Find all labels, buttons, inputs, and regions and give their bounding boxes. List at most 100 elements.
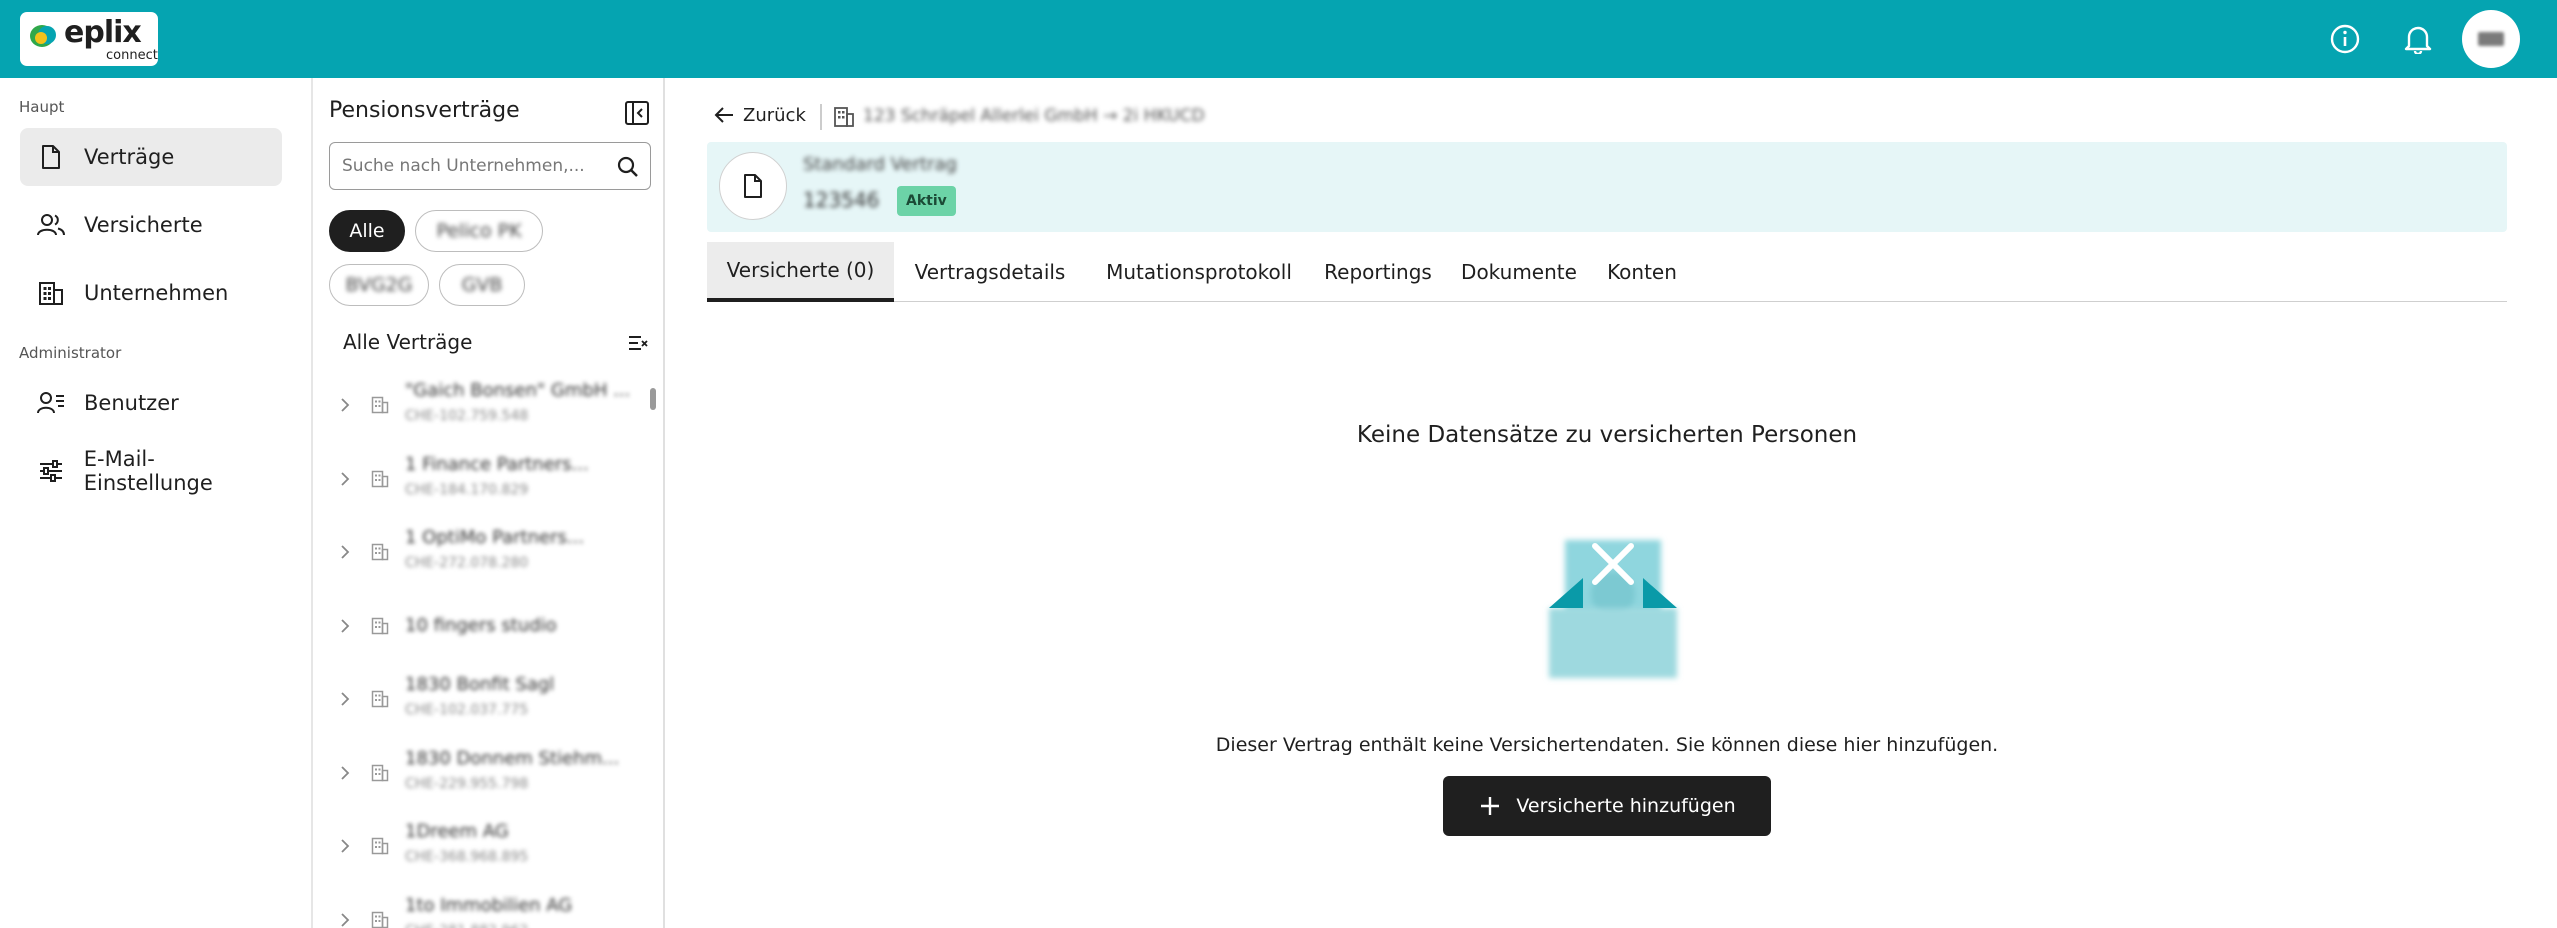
sidebar-item-label: Versicherte <box>84 213 203 237</box>
search-input[interactable] <box>342 154 592 178</box>
building-icon <box>37 279 65 307</box>
tab-versicherte[interactable]: Versicherte (0) <box>707 242 894 302</box>
chevron-right-icon[interactable] <box>339 691 351 707</box>
empty-state-text: Dieser Vertrag enthält keine Versicherte… <box>1215 734 1999 756</box>
breadcrumb[interactable]: 123 Schräpel Allerlei GmbH → 2i HKUCD <box>863 106 1205 126</box>
sidebar-item-vertraege[interactable]: Verträge <box>20 128 282 186</box>
contract-avatar <box>719 152 787 220</box>
sidebar-item-email-settings[interactable]: E-Mail-Einstellunge <box>20 442 282 500</box>
plus-icon <box>1481 797 1500 815</box>
list-title: Alle Verträge <box>343 330 473 354</box>
add-button-label: Versicherte hinzufügen <box>1516 795 1736 817</box>
sidebar-item-benutzer[interactable]: Benutzer <box>20 374 282 432</box>
status-badge: Aktiv <box>897 186 956 216</box>
sidebar-item-unternehmen[interactable]: Unternehmen <box>20 264 282 322</box>
users-icon <box>37 211 65 239</box>
list-item[interactable]: 1830 Bonfit Sagl CHE-102.037.775 <box>315 664 645 734</box>
top-bar: eplix connect <box>0 0 2557 78</box>
list-scrollbar[interactable] <box>648 380 656 928</box>
contracts-panel: Pensionsverträge Alle Pelico PK BVG2G GV… <box>315 78 665 928</box>
sidebar-item-label: Verträge <box>84 145 175 169</box>
list-item-id: CHE-229.955.798 <box>405 775 529 792</box>
search-icon[interactable] <box>616 155 640 179</box>
building-icon <box>371 470 389 487</box>
list-item-name: 10 fingers studio <box>405 614 557 636</box>
user-card-icon <box>37 389 65 417</box>
list-item-name: 1to Immobilien AG <box>405 894 573 916</box>
filter-chip-2[interactable]: BVG2G <box>329 264 429 306</box>
contract-id: 123546 <box>803 188 880 212</box>
list-item[interactable]: 1830 Donnem Stiehm... CHE-229.955.798 <box>315 738 645 808</box>
tab-mutationsprotokoll[interactable]: Mutationsprotokoll <box>1099 242 1299 302</box>
filter-chip-alle[interactable]: Alle <box>329 210 405 252</box>
building-icon <box>371 617 389 634</box>
bell-icon[interactable] <box>2399 20 2437 58</box>
tab-bar: Versicherte (0) Vertragsdetails Mutation… <box>707 242 2507 302</box>
list-item[interactable]: 1Dreem AG CHE-368.968.895 <box>315 811 645 881</box>
chevron-right-icon[interactable] <box>339 838 351 854</box>
chip-label: Pelico PK <box>436 220 522 242</box>
building-icon <box>371 837 389 855</box>
sidebar-item-label: Benutzer <box>84 391 179 415</box>
scrollbar-thumb[interactable] <box>650 388 656 410</box>
logo-subtitle: connect <box>106 48 158 63</box>
eplix-logo-mark <box>30 25 56 47</box>
list-item-name: 1Dreem AG <box>405 821 509 842</box>
logo-wordmark: eplix <box>64 15 142 50</box>
filter-list-icon[interactable] <box>627 332 649 354</box>
collapse-panel-icon[interactable] <box>624 100 650 126</box>
sidebar-item-versicherte[interactable]: Versicherte <box>20 196 282 254</box>
building-icon <box>371 764 389 781</box>
tab-vertragsdetails[interactable]: Vertragsdetails <box>905 242 1075 302</box>
tab-reportings[interactable]: Reportings <box>1316 242 1440 302</box>
avatar-initials <box>2478 32 2504 46</box>
panel-title: Pensionsverträge <box>329 98 520 123</box>
user-avatar[interactable] <box>2462 10 2520 68</box>
list-item[interactable]: 1 OptiMo Partners... CHE-272.078.280 <box>315 517 645 587</box>
back-label: Zurück <box>743 104 806 126</box>
main-content: Zurück 123 Schräpel Allerlei GmbH → 2i H… <box>667 78 2557 928</box>
list-item-name: 1 Finance Partners... <box>405 453 589 475</box>
tab-dokumente[interactable]: Dokumente <box>1457 242 1581 302</box>
list-item-id: CHE-184.170.829 <box>405 481 529 498</box>
sidebar-section-admin: Administrator <box>19 344 122 362</box>
filter-chip-3[interactable]: GVB <box>439 264 525 306</box>
eplix-logo[interactable]: eplix connect <box>20 12 158 66</box>
chevron-right-icon[interactable] <box>339 765 351 781</box>
document-icon <box>744 174 762 198</box>
filter-chip-1[interactable]: Pelico PK <box>415 210 543 252</box>
list-item-name: "Gaich Bonsen" GmbH ... <box>405 380 631 401</box>
building-icon <box>371 690 389 708</box>
sidebar-item-label: Unternehmen <box>84 281 229 305</box>
contract-header: Standard Vertrag 123546 Aktiv <box>707 142 2507 232</box>
sidebar-section-main: Haupt <box>19 98 65 116</box>
search-field[interactable] <box>329 142 651 190</box>
list-item[interactable]: 1 Finance Partners... CHE-184.170.829 <box>315 444 645 514</box>
list-item[interactable]: 1to Immobilien AG CHE-281.882.962 <box>315 885 645 928</box>
chevron-right-icon[interactable] <box>339 544 351 560</box>
building-icon <box>371 911 389 928</box>
info-icon[interactable] <box>2326 20 2364 58</box>
list-item-id: CHE-281.882.962 <box>405 923 528 928</box>
arrow-left-icon <box>714 107 733 123</box>
list-item-id: CHE-368.968.895 <box>405 849 529 865</box>
building-icon <box>371 396 389 414</box>
tab-konten[interactable]: Konten <box>1597 242 1687 302</box>
chevron-right-icon[interactable] <box>339 471 351 487</box>
empty-state-title: Keine Datensätze zu versicherten Persone… <box>1356 422 1858 448</box>
chevron-right-icon[interactable] <box>339 618 351 634</box>
list-item-id: CHE-102.759.548 <box>405 408 529 424</box>
contract-title: Standard Vertrag <box>803 154 957 175</box>
list-item[interactable]: 10 fingers studio <box>315 591 645 661</box>
list-item-id: CHE-272.078.280 <box>405 555 529 571</box>
list-item[interactable]: "Gaich Bonsen" GmbH ... CHE-102.759.548 <box>315 370 645 440</box>
chevron-right-icon[interactable] <box>339 397 351 413</box>
back-button[interactable]: Zurück <box>713 104 806 126</box>
chevron-right-icon[interactable] <box>339 912 351 928</box>
building-icon <box>371 543 389 561</box>
chip-label: BVG2G <box>345 274 413 296</box>
chip-label: GVB <box>461 274 503 296</box>
add-insured-button[interactable]: Versicherte hinzufügen <box>1443 776 1771 836</box>
empty-inbox-icon <box>1549 540 1677 678</box>
list-item-id: CHE-102.037.775 <box>405 702 529 718</box>
